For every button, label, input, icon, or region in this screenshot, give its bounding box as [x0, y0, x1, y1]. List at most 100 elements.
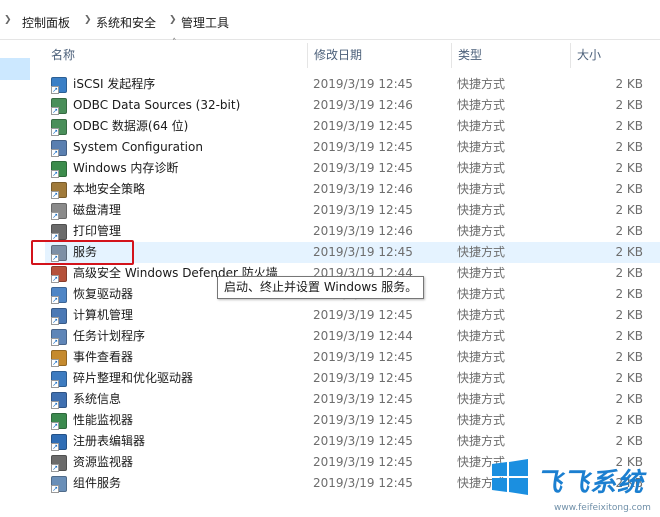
file-name: 计算机管理 [73, 308, 134, 322]
shortcut-arrow-icon: ↗ [51, 107, 59, 115]
breadcrumb-separator-icon[interactable]: ❯ [169, 15, 177, 25]
file-name: ODBC 数据源(64 位) [73, 119, 189, 133]
file-row[interactable]: ↗ 本地安全策略 2019/3/19 12:46 快捷方式 2 KB [45, 179, 660, 200]
file-name: 碎片整理和优化驱动器 [73, 371, 194, 385]
breadcrumb-system-security[interactable]: 系统和安全 [96, 14, 156, 31]
file-row[interactable]: ↗ ODBC Data Sources (32-bit) 2019/3/19 12:… [45, 95, 660, 116]
file-date: 2019/3/19 12:45 [313, 455, 413, 469]
file-type: 快捷方式 [457, 245, 506, 259]
file-date: 2019/3/19 12:46 [313, 98, 413, 112]
defrag-icon: ↗ [51, 371, 67, 388]
breadcrumb-control-panel[interactable]: 控制面板 [22, 14, 70, 31]
watermark-title: 飞飞系统 [536, 468, 645, 498]
file-date: 2019/3/19 12:45 [313, 350, 413, 364]
file-name: 资源监视器 [73, 455, 134, 469]
file-name: 磁盘清理 [73, 203, 122, 217]
file-type: 快捷方式 [457, 434, 506, 448]
file-name: 恢复驱动器 [73, 287, 134, 301]
shortcut-arrow-icon: ↗ [51, 401, 59, 409]
firewall-icon: ↗ [51, 266, 67, 283]
navigation-selected-item[interactable] [0, 58, 30, 80]
shortcut-arrow-icon: ↗ [51, 170, 59, 178]
file-type: 快捷方式 [457, 266, 506, 280]
file-type: 快捷方式 [457, 329, 506, 343]
printer-icon: ↗ [51, 224, 67, 241]
file-name: iSCSI 发起程序 [73, 77, 156, 91]
file-name: 注册表编辑器 [73, 434, 146, 448]
file-date: 2019/3/19 12:45 [313, 392, 413, 406]
security-policy-icon: ↗ [51, 182, 67, 199]
file-size: 2 KB [615, 392, 643, 406]
msconfig-icon: ↗ [51, 140, 67, 157]
file-date: 2019/3/19 12:44 [313, 329, 413, 343]
file-date: 2019/3/19 12:45 [313, 413, 413, 427]
column-header-name[interactable]: 名称 [45, 43, 307, 68]
odbc-icon: ↗ [51, 119, 67, 136]
file-size: 2 KB [615, 224, 643, 238]
shortcut-arrow-icon: ↗ [51, 275, 59, 283]
watermark-url: www.feifeixitong.com [554, 503, 651, 513]
shortcut-arrow-icon: ↗ [51, 86, 59, 94]
file-name: ODBC Data Sources (32-bit) [73, 98, 241, 112]
address-bar[interactable]: ❯ 控制面板 ❯ 系统和安全 ❯ 管理工具 [0, 0, 660, 40]
file-row[interactable]: ↗ 计算机管理 2019/3/19 12:45 快捷方式 2 KB [45, 305, 660, 326]
column-header-type[interactable]: 类型 [452, 43, 570, 68]
file-row[interactable]: ↗ 打印管理 2019/3/19 12:46 快捷方式 2 KB [45, 221, 660, 242]
file-row[interactable]: ↗ 事件查看器 2019/3/19 12:45 快捷方式 2 KB [45, 347, 660, 368]
file-type: 快捷方式 [457, 308, 506, 322]
file-name: 任务计划程序 [73, 329, 146, 343]
task-scheduler-icon: ↗ [51, 329, 67, 346]
breadcrumb-admin-tools[interactable]: 管理工具 [181, 14, 229, 31]
disk-cleanup-icon: ↗ [51, 203, 67, 220]
file-row[interactable]: ↗ System Configuration 2019/3/19 12:45 快捷方式… [45, 137, 660, 158]
breadcrumb-chevron-icon[interactable]: ❯ [4, 15, 12, 25]
file-size: 2 KB [615, 308, 643, 322]
resource-monitor-icon: ↗ [51, 455, 67, 472]
file-size: 2 KB [615, 182, 643, 196]
file-size: 2 KB [615, 413, 643, 427]
shortcut-arrow-icon: ↗ [51, 296, 59, 304]
file-date: 2019/3/19 12:46 [313, 182, 413, 196]
odbc-icon: ↗ [51, 98, 67, 115]
file-date: 2019/3/19 12:45 [313, 434, 413, 448]
shortcut-arrow-icon: ↗ [51, 359, 59, 367]
column-header-size[interactable]: 大小 [571, 43, 660, 68]
navigation-pane[interactable] [0, 40, 30, 517]
shortcut-arrow-icon: ↗ [51, 422, 59, 430]
event-viewer-icon: ↗ [51, 350, 67, 367]
file-row[interactable]: ↗ 注册表编辑器 2019/3/19 12:45 快捷方式 2 KB [45, 431, 660, 452]
file-row[interactable]: ↗ iSCSI 发起程序 2019/3/19 12:45 快捷方式 2 KB [45, 74, 660, 95]
file-row[interactable]: ↗ 碎片整理和优化驱动器 2019/3/19 12:45 快捷方式 2 KB [45, 368, 660, 389]
highlight-annotation [31, 240, 134, 265]
shortcut-arrow-icon: ↗ [51, 380, 59, 388]
file-type: 快捷方式 [457, 77, 506, 91]
file-date: 2019/3/19 12:45 [313, 77, 413, 91]
file-type: 快捷方式 [457, 413, 506, 427]
file-size: 2 KB [615, 161, 643, 175]
column-header-date[interactable]: 修改日期 [308, 43, 451, 68]
file-size: 2 KB [615, 98, 643, 112]
shortcut-arrow-icon: ↗ [51, 191, 59, 199]
file-name: 本地安全策略 [73, 182, 146, 196]
registry-editor-icon: ↗ [51, 434, 67, 451]
file-name: 组件服务 [73, 476, 122, 490]
file-size: 2 KB [615, 371, 643, 385]
file-date: 2019/3/19 12:45 [313, 476, 413, 490]
shortcut-arrow-icon: ↗ [51, 338, 59, 346]
file-row[interactable]: ↗ 系统信息 2019/3/19 12:45 快捷方式 2 KB [45, 389, 660, 410]
file-name: 打印管理 [73, 224, 122, 238]
file-type: 快捷方式 [457, 203, 506, 217]
file-date: 2019/3/19 12:46 [313, 224, 413, 238]
memory-diagnostic-icon: ↗ [51, 161, 67, 178]
file-date: 2019/3/19 12:45 [313, 308, 413, 322]
file-row[interactable]: ↗ 性能监视器 2019/3/19 12:45 快捷方式 2 KB [45, 410, 660, 431]
file-type: 快捷方式 [457, 392, 506, 406]
shortcut-arrow-icon: ↗ [51, 149, 59, 157]
file-size: 2 KB [615, 266, 643, 280]
file-row[interactable]: ↗ ODBC 数据源(64 位) 2019/3/19 12:45 快捷方式 2 KB [45, 116, 660, 137]
file-row[interactable]: ↗ 磁盘清理 2019/3/19 12:45 快捷方式 2 KB [45, 200, 660, 221]
breadcrumb-separator-icon[interactable]: ❯ [84, 15, 92, 25]
file-row[interactable]: ↗ 服务 2019/3/19 12:45 快捷方式 2 KB [45, 242, 660, 263]
file-row[interactable]: ↗ Windows 内存诊断 2019/3/19 12:45 快捷方式 2 KB [45, 158, 660, 179]
file-row[interactable]: ↗ 任务计划程序 2019/3/19 12:44 快捷方式 2 KB [45, 326, 660, 347]
